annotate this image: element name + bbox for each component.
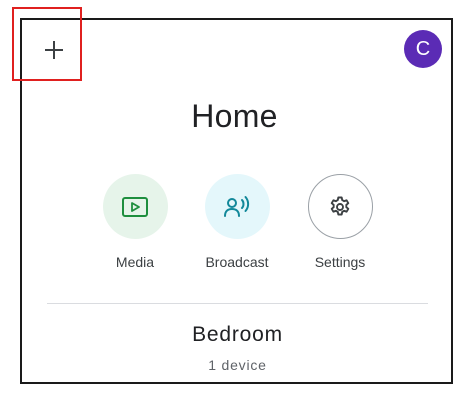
broadcast-button[interactable]: Broadcast <box>182 174 292 270</box>
avatar[interactable]: C <box>404 30 442 68</box>
settings-label: Settings <box>314 254 366 270</box>
avatar-letter: C <box>415 37 431 60</box>
media-circle <box>102 174 168 239</box>
broadcast-label: Broadcast <box>205 254 269 270</box>
room-name[interactable]: Bedroom <box>0 323 469 347</box>
settings-button[interactable]: Settings <box>285 174 395 270</box>
media-label: Media <box>115 254 155 270</box>
broadcast-icon <box>224 195 250 217</box>
plus-icon <box>45 41 63 59</box>
room-device-count: 1 device <box>208 357 267 373</box>
media-play-icon <box>122 196 148 217</box>
broadcast-circle <box>204 174 270 239</box>
media-button[interactable]: Media <box>80 174 190 270</box>
settings-circle <box>307 174 373 239</box>
add-button[interactable] <box>33 29 75 71</box>
gear-icon <box>330 196 350 215</box>
page-title: Home <box>191 98 278 134</box>
divider <box>47 303 428 304</box>
